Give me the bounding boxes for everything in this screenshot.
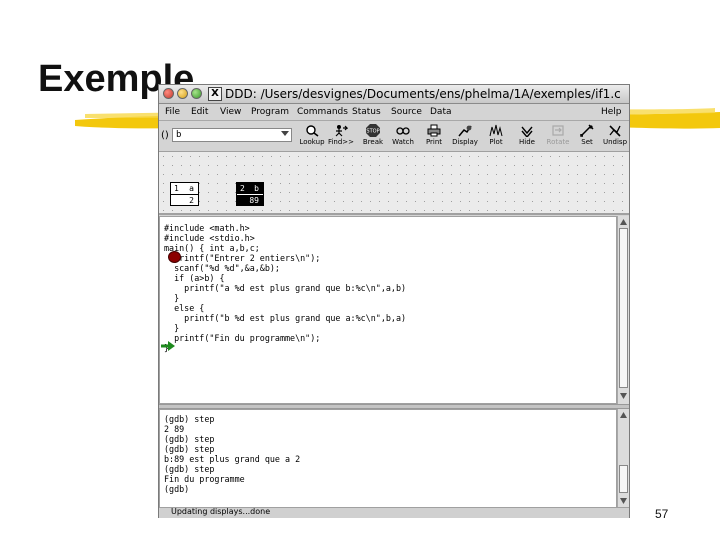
title-bar[interactable]: X DDD: /Users/desvignes/Documents/ens/ph… xyxy=(159,85,629,104)
data-window[interactable]: 1 a 2 2 b 89 xyxy=(159,152,629,215)
toolbar: () b Lookup Find>> STOP Break Watch Prin… xyxy=(159,121,629,152)
menu-status[interactable]: Status xyxy=(352,107,381,117)
console-prompt[interactable]: (gdb) xyxy=(164,484,189,494)
status-text: Updating displays...done xyxy=(171,507,271,516)
menu-view[interactable]: View xyxy=(220,107,241,117)
stop-sign-icon: STOP xyxy=(366,124,380,137)
display-icon xyxy=(458,125,472,137)
source-line[interactable]: printf("Entrer 2 entiers\n"); xyxy=(164,253,320,263)
menu-data[interactable]: Data xyxy=(430,107,452,117)
breakpoint-stop-icon[interactable] xyxy=(168,251,181,263)
menu-program[interactable]: Program xyxy=(251,107,289,117)
glasses-icon xyxy=(396,127,410,135)
console-line: Fin du programme xyxy=(164,474,245,484)
print-icon xyxy=(427,124,441,137)
tool-label: Plot xyxy=(489,138,503,146)
scroll-up-icon[interactable] xyxy=(619,218,628,226)
undisplay-button[interactable]: Undisp xyxy=(600,124,630,150)
source-line[interactable]: printf("b %d est plus grand que a:%c\n",… xyxy=(164,313,406,323)
watch-button[interactable]: Watch xyxy=(388,124,418,150)
display-button[interactable]: Display xyxy=(450,124,480,150)
ddd-window: X DDD: /Users/desvignes/Documents/ens/ph… xyxy=(158,84,630,518)
window-title: DDD: /Users/desvignes/Documents/ens/phel… xyxy=(225,87,621,101)
tool-label: Rotate xyxy=(546,138,570,146)
console-line: b:89 est plus grand que a 2 xyxy=(164,454,301,464)
tool-label: Print xyxy=(425,138,443,146)
console-line: (gdb) step xyxy=(164,414,215,424)
source-line[interactable]: } xyxy=(164,323,179,333)
dropdown-arrow-icon[interactable] xyxy=(281,131,289,136)
tool-label: Break xyxy=(362,138,384,146)
source-line[interactable]: printf("a %d est plus grand que b:%c\n",… xyxy=(164,283,406,293)
data-display-a[interactable]: 1 a 2 xyxy=(170,182,199,206)
menu-file[interactable]: File xyxy=(165,107,180,117)
x11-close-icon[interactable]: X xyxy=(208,87,222,101)
source-scrollbar[interactable] xyxy=(617,216,629,404)
source-line[interactable]: #include <stdio.h> xyxy=(164,233,255,243)
scroll-up-icon[interactable] xyxy=(619,411,628,419)
console-line: (gdb) step xyxy=(164,464,215,474)
console-scroll-thumb[interactable] xyxy=(619,465,628,493)
set-button[interactable]: Set xyxy=(572,124,602,150)
argument-label: () xyxy=(161,130,169,141)
menu-bar: File Edit View Program Commands Status S… xyxy=(159,104,629,121)
console-line: (gdb) step xyxy=(164,444,215,454)
find-button[interactable]: Find>> xyxy=(326,124,356,150)
find-icon xyxy=(335,125,348,137)
rotate-icon xyxy=(552,125,564,136)
argument-value: b xyxy=(176,130,182,140)
lookup-icon xyxy=(306,125,319,137)
hide-button[interactable]: Hide xyxy=(512,124,542,150)
source-scroll-thumb[interactable] xyxy=(619,228,628,388)
menu-edit[interactable]: Edit xyxy=(191,107,208,117)
display-name: b xyxy=(254,184,259,193)
rotate-button[interactable]: Rotate xyxy=(543,124,573,150)
svg-text:STOP: STOP xyxy=(366,129,379,135)
console-scrollbar[interactable] xyxy=(617,409,629,509)
hide-icon xyxy=(521,126,533,137)
data-display-b[interactable]: 2 b 89 xyxy=(236,182,264,206)
console-line: (gdb) step xyxy=(164,434,215,444)
plot-icon xyxy=(489,124,503,137)
display-number: 1 xyxy=(174,184,179,193)
plot-button[interactable]: Plot xyxy=(481,124,511,150)
source-line[interactable]: #include <math.h> xyxy=(164,223,250,233)
set-icon xyxy=(580,124,594,137)
display-number: 2 xyxy=(240,184,245,193)
tool-label: Undisp xyxy=(602,138,628,146)
zoom-window-icon[interactable] xyxy=(191,88,202,99)
print-button[interactable]: Print xyxy=(419,124,449,150)
menu-help[interactable]: Help xyxy=(601,107,622,117)
display-value: 89 xyxy=(249,196,259,205)
menu-source[interactable]: Source xyxy=(391,107,422,117)
minimize-window-icon[interactable] xyxy=(177,88,188,99)
source-line[interactable]: if (a>b) { xyxy=(164,273,224,283)
scroll-down-icon[interactable] xyxy=(619,392,628,400)
break-button[interactable]: STOP Break xyxy=(358,124,388,150)
status-bar: Updating displays...done xyxy=(159,507,629,518)
scroll-down-icon[interactable] xyxy=(619,497,628,505)
lookup-button[interactable]: Lookup xyxy=(297,124,327,150)
display-name: a xyxy=(189,184,194,193)
gdb-console[interactable]: (gdb) step 2 89 (gdb) step (gdb) step b:… xyxy=(159,409,617,509)
slide-number: 57 xyxy=(655,507,669,521)
tool-label: Lookup xyxy=(299,138,325,146)
argument-field[interactable]: b xyxy=(172,128,292,142)
source-window[interactable]: #include <math.h> #include <stdio.h> mai… xyxy=(159,216,617,404)
console-line: 2 89 xyxy=(164,424,185,434)
tool-label: Watch xyxy=(392,138,414,146)
close-window-icon[interactable] xyxy=(163,88,174,99)
source-line[interactable]: printf("Fin du programme\n"); xyxy=(164,333,320,343)
source-line[interactable]: else { xyxy=(164,303,204,313)
menu-commands[interactable]: Commands xyxy=(297,107,348,117)
undisplay-icon xyxy=(609,125,621,137)
tool-label: Display xyxy=(452,138,478,146)
source-line[interactable]: } xyxy=(164,293,179,303)
tool-label: Set xyxy=(581,138,593,146)
source-line[interactable]: scanf("%d %d",&a,&b); xyxy=(164,263,280,273)
display-value: 2 xyxy=(189,196,194,205)
execution-arrow-icon xyxy=(161,341,175,351)
tool-label: Find>> xyxy=(327,138,355,146)
tool-label: Hide xyxy=(519,138,535,146)
